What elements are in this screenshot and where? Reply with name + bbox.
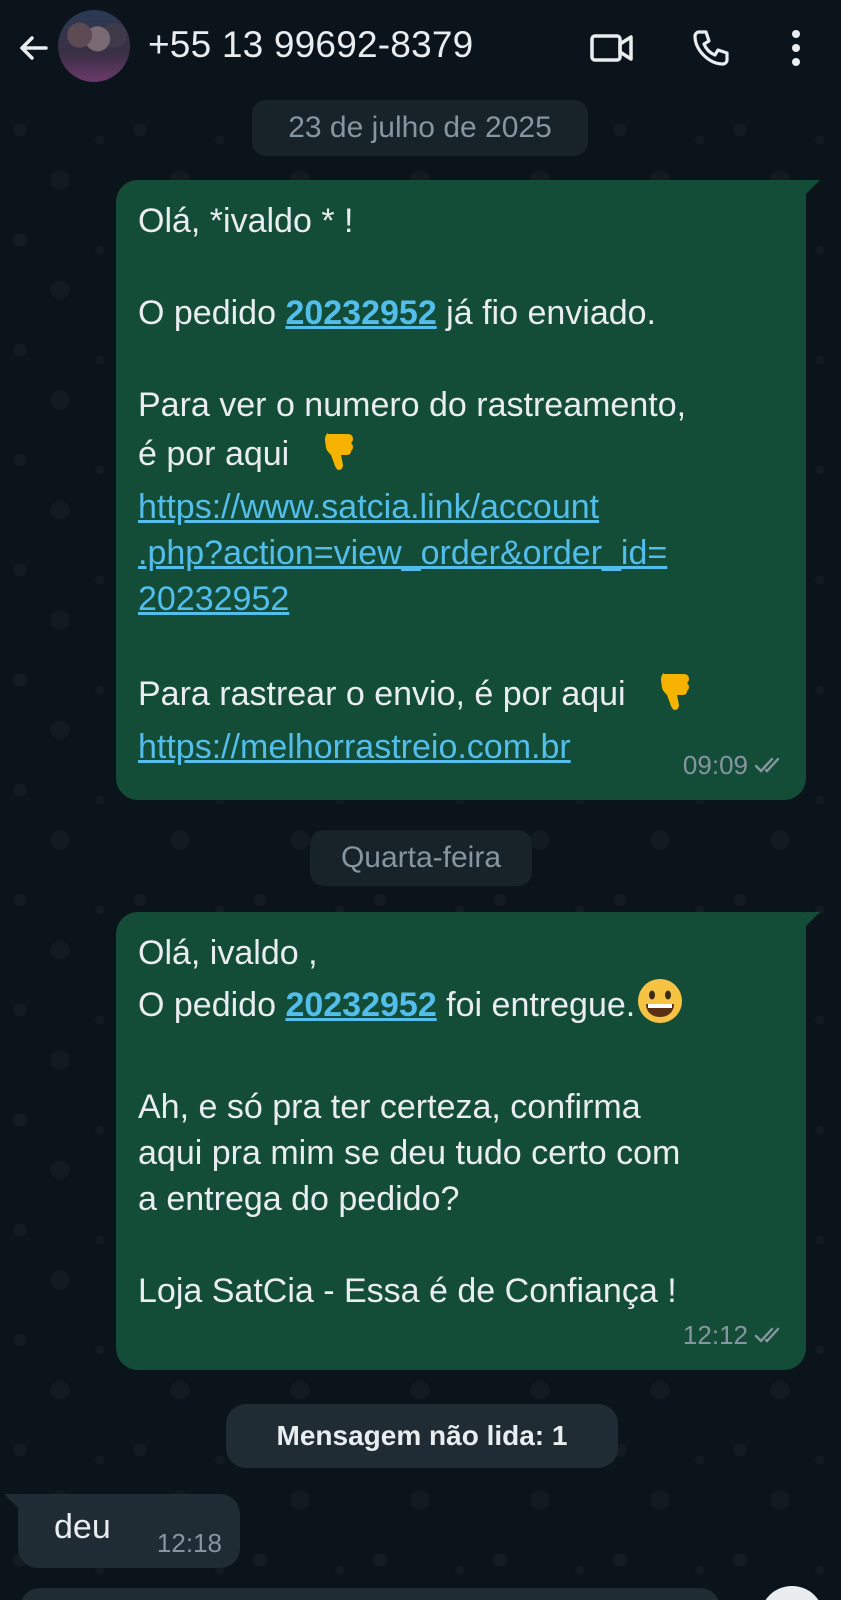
unread-messages-banner: Mensagem não lida: 1: [226, 1404, 618, 1468]
message-text: Olá, *ivaldo * !: [138, 202, 354, 240]
tracking-link[interactable]: https://www.satcia.link/account: [138, 484, 778, 530]
message-text: deu: [54, 1508, 111, 1546]
order-number-link[interactable]: 20232952: [285, 986, 436, 1024]
message-text: O pedido 20232952 já fio enviado.: [138, 294, 656, 332]
message-input[interactable]: [20, 1588, 720, 1600]
date-separator: 23 de julho de 2025: [252, 100, 588, 156]
back-button[interactable]: [14, 28, 54, 68]
pointing-down-emoji-icon: [318, 428, 362, 484]
message-text: é por aqui: [138, 428, 778, 484]
pointing-down-emoji-icon: [654, 668, 698, 724]
more-options-button[interactable]: [774, 26, 818, 70]
message-text: Para ver o numero do rastreamento,: [138, 386, 687, 424]
video-call-icon: [590, 34, 633, 62]
incoming-message[interactable]: deu 12:18: [4, 1494, 240, 1568]
chat-header: +55 13 99692-8379: [0, 0, 841, 96]
date-separator: Quarta-feira: [310, 830, 532, 886]
message-text: a entrega do pedido?: [138, 1180, 460, 1218]
tracking-link[interactable]: .php?action=view_order&order_id=: [138, 530, 778, 576]
message-time: 12:12: [682, 1320, 748, 1350]
outgoing-message[interactable]: Olá, *ivaldo * ! O pedido 20232952 já fi…: [116, 180, 820, 800]
message-text: O pedido 20232952 foi entregue.: [138, 976, 778, 1038]
message-meta: 12:12: [683, 1312, 786, 1358]
video-call-button[interactable]: [590, 26, 634, 70]
order-number-link[interactable]: 20232952: [285, 294, 436, 332]
message-text: Olá, ivaldo ,: [138, 934, 318, 972]
message-time: 09:09: [682, 750, 748, 780]
contact-avatar[interactable]: [58, 10, 130, 82]
double-check-icon: [754, 1327, 780, 1343]
message-text: Para rastrear o envio, é por aqui: [138, 668, 778, 724]
double-check-icon: [754, 757, 780, 773]
message-time: 12:18: [156, 1528, 222, 1558]
arrow-left-icon: [20, 36, 48, 60]
voice-call-button[interactable]: [689, 26, 733, 70]
message-text: aqui pra mim se deu tudo certo com: [138, 1134, 681, 1172]
message-meta: 09:09: [683, 742, 786, 788]
message-text: Loja SatCia - Essa é de Confiança !: [138, 1272, 677, 1310]
more-vertical-icon: [792, 30, 800, 66]
message-text: Ah, e só pra ter certeza, confirma: [138, 1088, 641, 1126]
grinning-face-emoji-icon: [635, 976, 685, 1038]
contact-name[interactable]: +55 13 99692-8379: [148, 24, 473, 66]
tracking-link[interactable]: 20232952: [138, 576, 778, 622]
phone-icon: [693, 30, 729, 66]
outgoing-message[interactable]: Olá, ivaldo , O pedido 20232952 foi entr…: [116, 912, 820, 1370]
